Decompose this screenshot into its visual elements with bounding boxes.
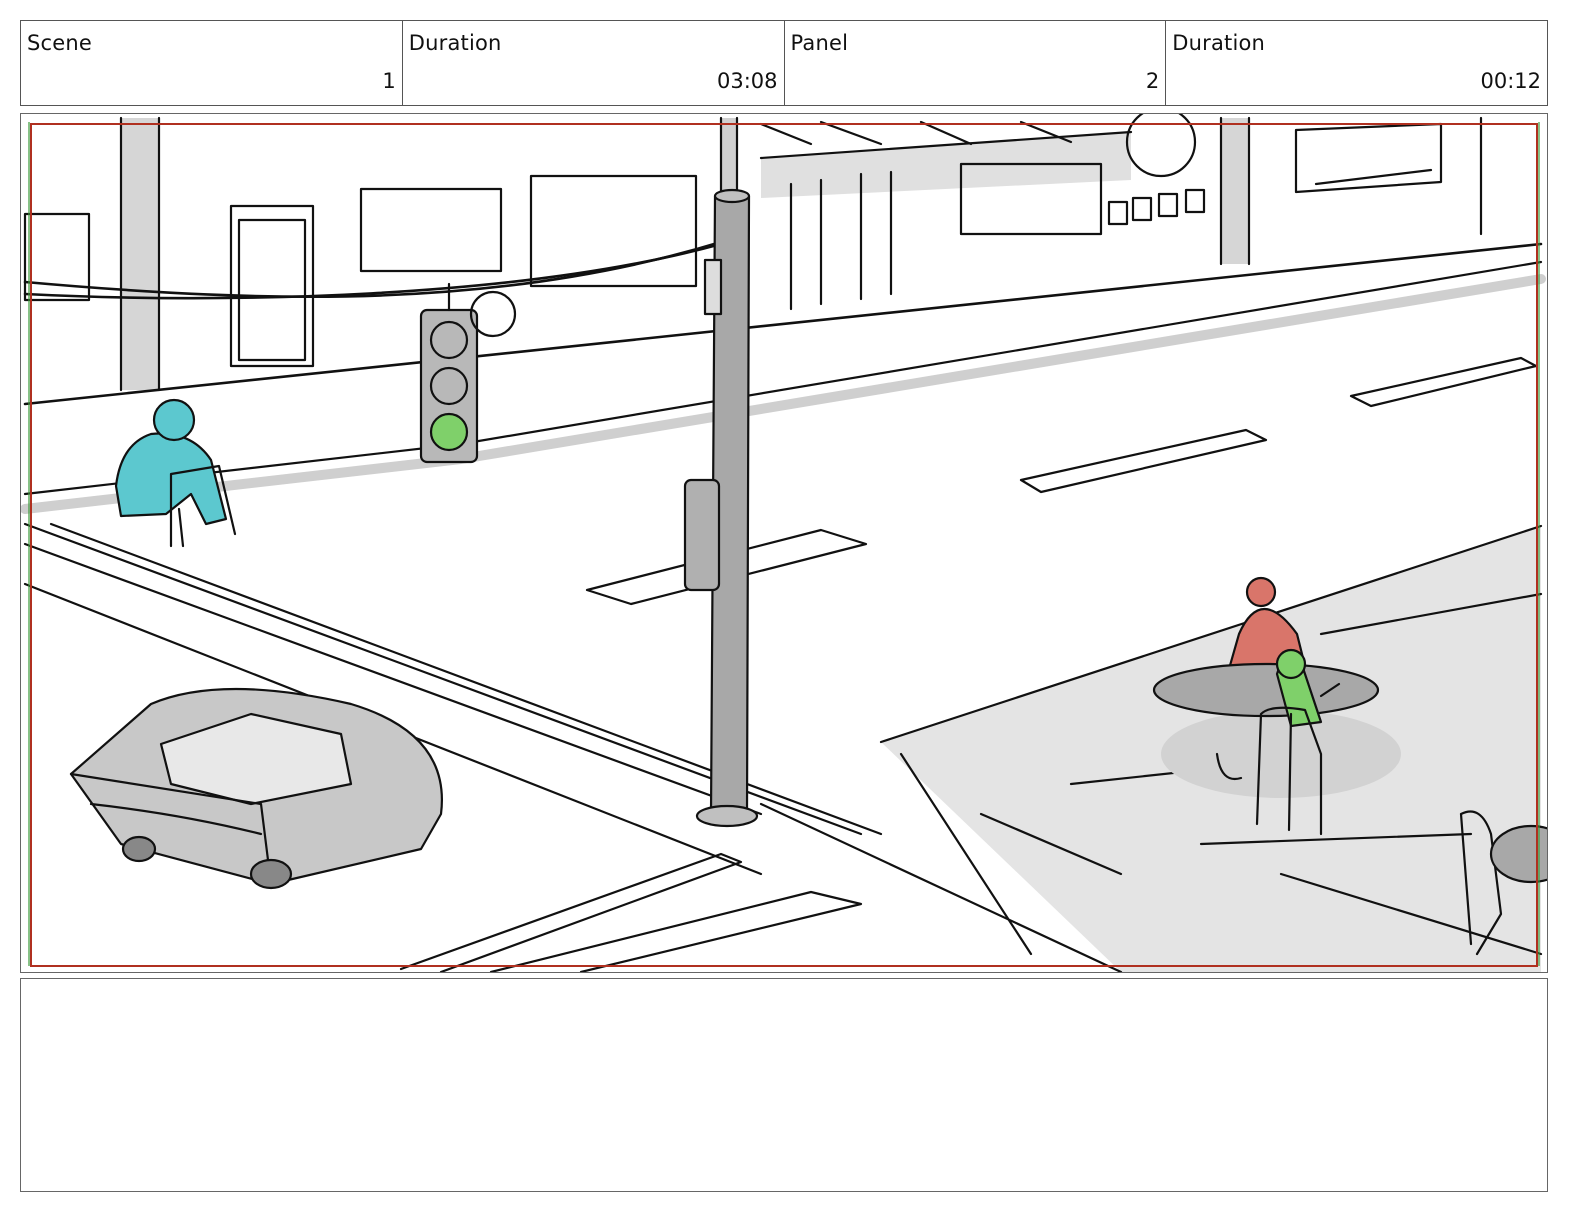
traffic-light-icon xyxy=(419,282,517,464)
scene-duration-cell: Duration 03:08 xyxy=(403,21,785,105)
background-buildings xyxy=(23,114,1483,392)
panel-notes-area[interactable] xyxy=(20,978,1548,1192)
scene-label: Scene xyxy=(27,31,93,55)
scene-duration-label: Duration xyxy=(408,31,502,55)
storyboard-panel-image xyxy=(20,113,1548,973)
scene-number: 1 xyxy=(382,69,396,93)
panel-cell: Panel 2 xyxy=(785,21,1167,105)
scene-cell: Scene 1 xyxy=(21,21,403,105)
panel-duration-cell: Duration 00:12 xyxy=(1166,21,1547,105)
panel-duration-label: Duration xyxy=(1172,31,1266,55)
panel-label: Panel xyxy=(790,31,849,55)
far-curb xyxy=(21,242,1546,514)
scene-duration-value: 03:08 xyxy=(716,69,778,93)
near-sidewalk xyxy=(759,524,1543,972)
panel-number: 2 xyxy=(1145,69,1160,93)
street-scene-sketch xyxy=(21,114,1547,972)
car-icon xyxy=(69,687,443,890)
panel-info-header: Scene 1 Duration 03:08 Panel 2 Duration … xyxy=(20,20,1548,106)
panel-duration-value: 00:12 xyxy=(1480,69,1541,93)
storyboard-page: Scene 1 Duration 03:08 Panel 2 Duration … xyxy=(0,0,1584,1224)
